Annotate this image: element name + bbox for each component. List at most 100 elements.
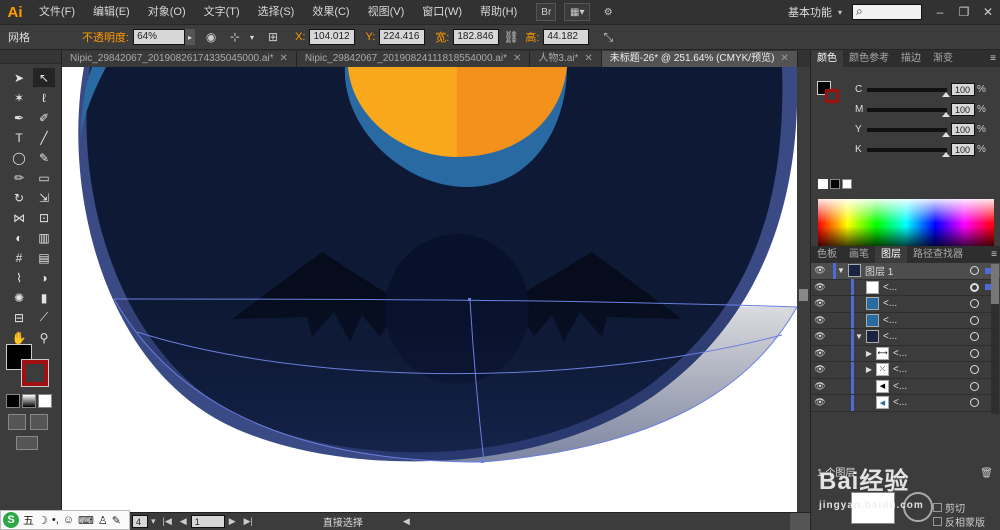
menu-view[interactable]: 视图(V): [359, 0, 414, 24]
layer-row[interactable]: 👁 <...: [811, 279, 1000, 296]
draw-behind-icon[interactable]: [30, 414, 48, 430]
layer-name[interactable]: <...: [883, 298, 970, 309]
visibility-eye-icon[interactable]: 👁: [811, 397, 829, 408]
selected-mesh-shape[interactable]: [114, 299, 797, 462]
opacity-input[interactable]: 64%: [133, 29, 186, 45]
tab-pathfinder[interactable]: 路径查找器: [907, 246, 969, 263]
emoji-icon[interactable]: ☺: [63, 514, 74, 526]
selection-tool-icon[interactable]: ➤: [8, 68, 30, 87]
opacity-label[interactable]: 不透明度:: [82, 29, 129, 45]
height-input[interactable]: 44.182: [543, 29, 590, 45]
tab-layers[interactable]: 图层: [875, 246, 907, 263]
mesh-tool-icon[interactable]: #: [8, 248, 30, 267]
gradient-mode-button[interactable]: [22, 394, 36, 408]
visibility-eye-icon[interactable]: 👁: [811, 282, 829, 293]
expand-triangle-icon[interactable]: ▶: [864, 365, 874, 374]
target-icon[interactable]: [970, 299, 979, 309]
first-artboard-icon[interactable]: |◀: [163, 516, 172, 527]
layer-row[interactable]: 👁 ◀ <...: [811, 378, 1000, 395]
doc-tab-4[interactable]: 未标题-26* @ 251.64% (CMYK/预览) ✕: [601, 51, 798, 67]
tab-swatches[interactable]: 色板: [811, 246, 843, 263]
ime-mode-label[interactable]: 五: [23, 512, 34, 528]
moon-icon[interactable]: ☽: [38, 514, 48, 527]
width-tool-icon[interactable]: ⋈: [8, 208, 30, 227]
perspective-grid-tool-icon[interactable]: ▥: [33, 228, 55, 247]
color-mode-button[interactable]: [6, 394, 20, 408]
visibility-eye-icon[interactable]: 👁: [811, 265, 829, 276]
eyedropper-tool-icon[interactable]: ⌇: [8, 268, 30, 287]
pencil-tool-icon[interactable]: ✏: [8, 168, 30, 187]
shape-builder-tool-icon[interactable]: ◐: [8, 228, 30, 247]
screen-mode-icon[interactable]: [16, 436, 38, 450]
tab-stroke[interactable]: 描边: [895, 50, 927, 67]
magenta-input[interactable]: 100: [951, 103, 975, 116]
artboard-field[interactable]: 1: [190, 515, 225, 528]
close-icon[interactable]: ✕: [513, 51, 521, 67]
layer-row[interactable]: 👁 ▼ <...: [811, 328, 1000, 346]
keyboard-icon[interactable]: ⌨: [78, 514, 94, 527]
y-input[interactable]: 224.416: [379, 29, 426, 45]
symbol-sprayer-tool-icon[interactable]: ✺: [8, 288, 30, 307]
restore-icon[interactable]: ❐: [952, 2, 976, 22]
panel-menu-icon[interactable]: ≡: [991, 249, 997, 260]
ellipse-tool-icon[interactable]: ◯: [8, 148, 30, 167]
magenta-slider[interactable]: [867, 107, 950, 117]
target-icon[interactable]: [970, 332, 979, 342]
target-icon[interactable]: [970, 282, 979, 292]
type-tool-icon[interactable]: T: [8, 128, 30, 147]
layer-row[interactable]: 👁 <...: [811, 295, 1000, 313]
direct-selection-tool-icon[interactable]: ↖: [33, 68, 55, 87]
doc-tab-2[interactable]: Nipic_29842067_20190824111818554000.ai* ✕: [296, 51, 531, 67]
layer-row[interactable]: 👁 ▶ ⤫ <...: [811, 361, 1000, 379]
rotate-tool-icon[interactable]: ↻: [8, 188, 30, 207]
visibility-eye-icon[interactable]: 👁: [811, 364, 829, 375]
invert-mask-checkbox[interactable]: [933, 517, 942, 526]
layer-name[interactable]: <...: [893, 381, 970, 392]
arrange-docs-icon[interactable]: ▦▾: [564, 3, 591, 21]
menu-file[interactable]: 文件(F): [30, 0, 84, 24]
tab-color[interactable]: 颜色: [811, 50, 843, 67]
menu-type[interactable]: 文字(T): [195, 0, 249, 24]
width-input[interactable]: 182.846: [453, 29, 500, 45]
close-icon[interactable]: ✕: [780, 51, 788, 67]
hscroll-area[interactable]: [790, 512, 810, 530]
none-swatch[interactable]: [818, 179, 828, 189]
vertical-scrollbar[interactable]: [797, 67, 810, 512]
visibility-eye-icon[interactable]: 👁: [811, 298, 829, 309]
search-input[interactable]: [852, 4, 922, 20]
visibility-eye-icon[interactable]: 👁: [811, 315, 829, 326]
chevron-down-icon[interactable]: ▾: [247, 29, 257, 45]
tab-color-guide[interactable]: 颜色参考: [843, 50, 895, 67]
align-icon[interactable]: ⊹: [226, 28, 244, 46]
artboard-canvas[interactable]: [62, 67, 797, 512]
chevron-down-icon[interactable]: ▾: [151, 516, 156, 527]
target-icon[interactable]: [970, 348, 979, 358]
anchor-point[interactable]: [468, 298, 471, 301]
target-icon[interactable]: [970, 365, 979, 375]
gpu-icon[interactable]: ⚙: [598, 3, 618, 21]
stroke-swatch[interactable]: [21, 359, 49, 387]
opacity-dropdown-icon[interactable]: ▸: [185, 29, 196, 45]
invert-mask-option[interactable]: 反相蒙版: [933, 514, 985, 529]
color-spectrum[interactable]: [818, 199, 994, 253]
zoom-field[interactable]: 4: [132, 515, 148, 528]
status-menu-icon[interactable]: ◀: [403, 516, 410, 527]
expand-triangle-icon[interactable]: ▼: [854, 332, 864, 341]
tab-brushes[interactable]: 画笔: [843, 246, 875, 263]
lasso-tool-icon[interactable]: ℓ: [33, 88, 55, 107]
close-icon[interactable]: ✕: [584, 51, 592, 67]
target-icon[interactable]: [970, 266, 979, 276]
black-swatch[interactable]: [830, 179, 840, 189]
expand-triangle-icon[interactable]: ▶: [864, 349, 874, 358]
visibility-eye-icon[interactable]: 👁: [811, 331, 829, 342]
layers-scrollbar[interactable]: [991, 264, 999, 414]
clip-checkbox[interactable]: [933, 503, 942, 512]
panel-menu-icon[interactable]: ≡: [990, 53, 996, 64]
chevron-down-icon[interactable]: ▾: [838, 8, 842, 17]
close-icon[interactable]: ✕: [976, 2, 1000, 22]
panel-grip[interactable]: [0, 50, 61, 64]
layer-name[interactable]: 图层 1: [865, 263, 970, 278]
layer-name[interactable]: <...: [883, 315, 970, 326]
visibility-eye-icon[interactable]: 👁: [811, 381, 829, 392]
magic-wand-tool-icon[interactable]: ✶: [8, 88, 30, 107]
